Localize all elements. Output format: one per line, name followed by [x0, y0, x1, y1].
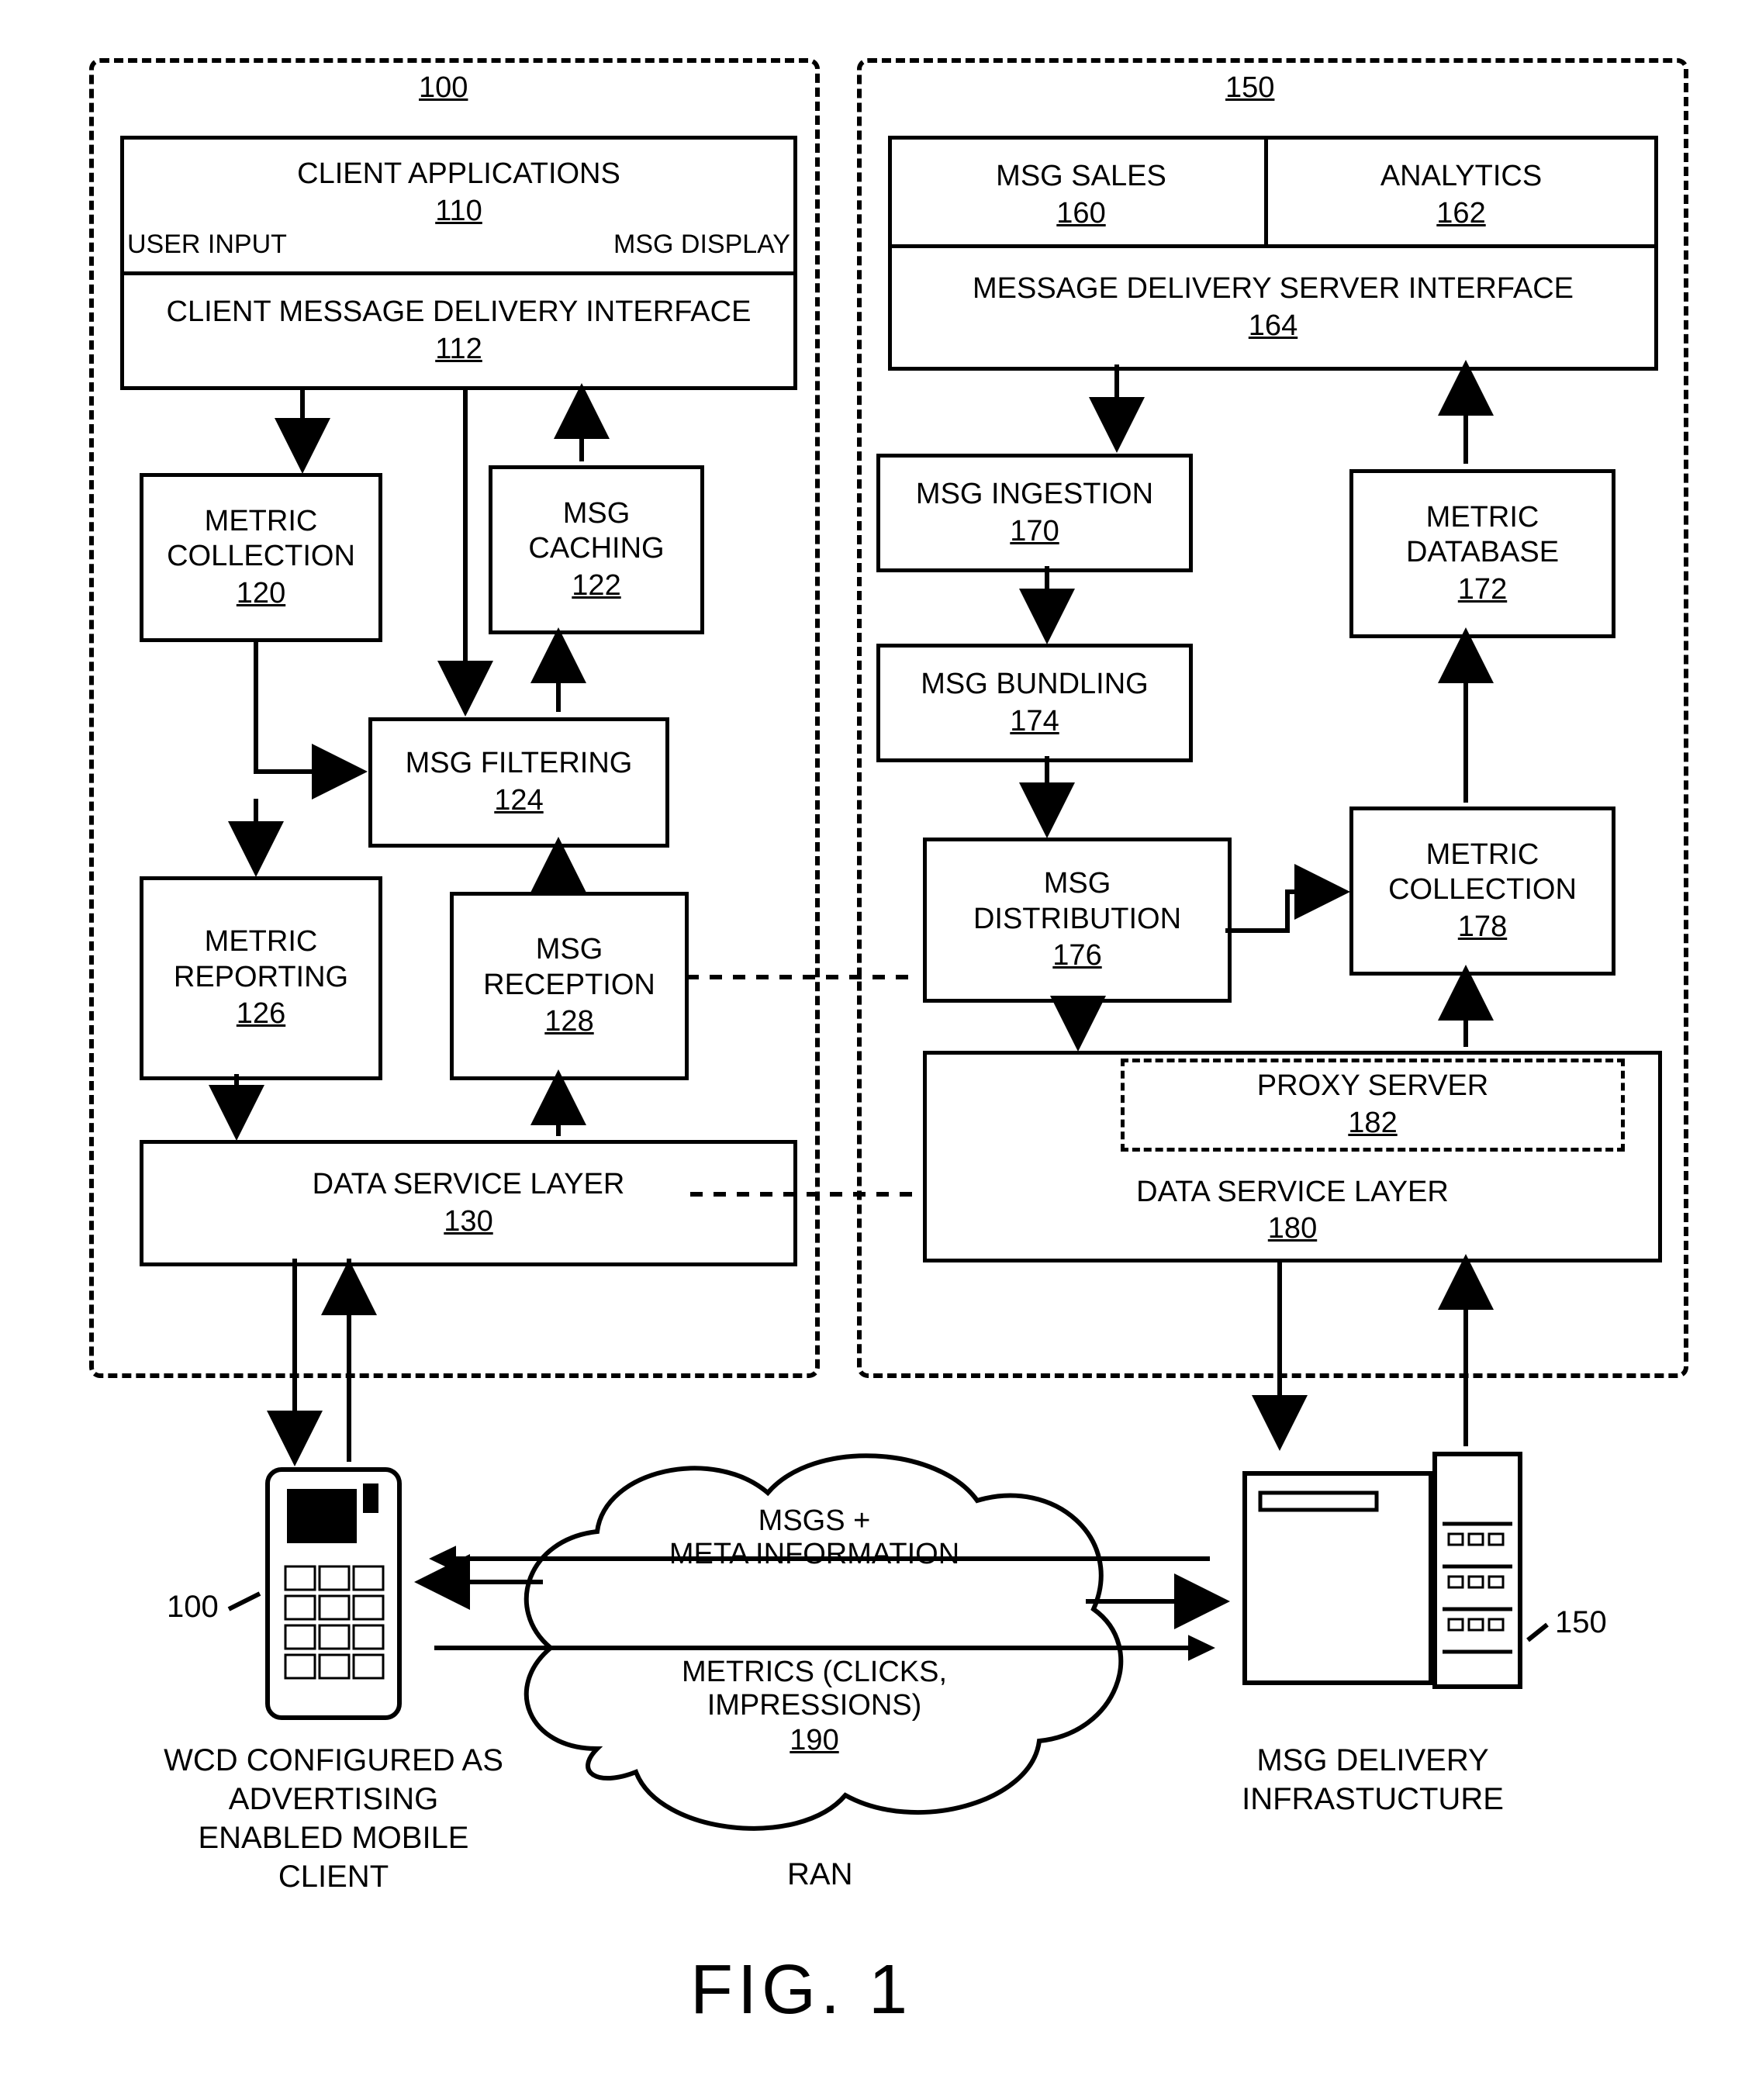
message-delivery-server-interface-box: MESSAGE DELIVERY SERVER INTERFACE 164: [888, 244, 1658, 371]
ran-cloud: MSGS + META INFORMATION METRICS (CLICKS,…: [481, 1415, 1148, 1850]
server-device-icon: [1241, 1450, 1528, 1698]
analytics-box: ANALYTICS 162: [1264, 136, 1658, 254]
server-container-num: 150: [1225, 70, 1274, 105]
cloud-metrics-line1: METRICS (CLICKS,: [481, 1656, 1148, 1689]
metric-database-box: METRIC DATABASE 172: [1349, 469, 1615, 638]
ran-label: RAN: [787, 1857, 852, 1892]
wcd-device-icon: [264, 1466, 403, 1722]
msg-filtering-box: MSG FILTERING 124: [368, 717, 669, 848]
msg-sales-box: MSG SALES 160: [888, 136, 1274, 254]
metric-collection-client-box: METRIC COLLECTION 120: [140, 473, 382, 642]
diagram-canvas: 100 150 CLIENT APPLICATIONS 110 USER INP…: [16, 16, 1745, 2084]
data-service-layer-server-box: PROXY SERVER 182 DATA SERVICE LAYER 180: [923, 1051, 1662, 1262]
user-input-label: USER INPUT: [127, 229, 287, 261]
client-container-num: 100: [419, 70, 468, 105]
cloud-num: 190: [790, 1724, 838, 1757]
wcd-num-label: 100: [167, 1590, 219, 1625]
metric-collection-server-box: METRIC COLLECTION 178: [1349, 806, 1615, 976]
msg-reception-box: MSG RECEPTION 128: [450, 892, 689, 1080]
data-service-layer-client-box: DATA SERVICE LAYER 130: [140, 1140, 797, 1266]
msg-ingestion-box: MSG INGESTION 170: [876, 454, 1193, 572]
cloud-metrics-line2: IMPRESSIONS): [481, 1689, 1148, 1722]
msg-display-label: MSG DISPLAY: [613, 229, 790, 261]
client-applications-box: CLIENT APPLICATIONS 110 USER INPUT MSG D…: [120, 136, 797, 281]
figure-title: FIG. 1: [690, 1950, 912, 2030]
cloud-msgs-line1: MSGS +: [481, 1504, 1148, 1538]
wcd-label: WCD CONFIGURED AS ADVERTISING ENABLED MO…: [163, 1741, 504, 1896]
proxy-server-box: PROXY SERVER 182: [1121, 1059, 1625, 1152]
msg-bundling-box: MSG BUNDLING 174: [876, 644, 1193, 762]
client-message-delivery-interface-box: CLIENT MESSAGE DELIVERY INTERFACE 112: [120, 271, 797, 390]
metric-reporting-box: METRIC REPORTING 126: [140, 876, 382, 1080]
cloud-msgs-line2: META INFORMATION: [481, 1538, 1148, 1571]
server-num-label: 150: [1555, 1605, 1607, 1640]
server-label: MSG DELIVERY INFRASTUCTURE: [1202, 1741, 1543, 1819]
msg-distribution-box: MSG DISTRIBUTION 176: [923, 838, 1232, 1003]
msg-caching-box: MSG CACHING 122: [489, 465, 704, 634]
